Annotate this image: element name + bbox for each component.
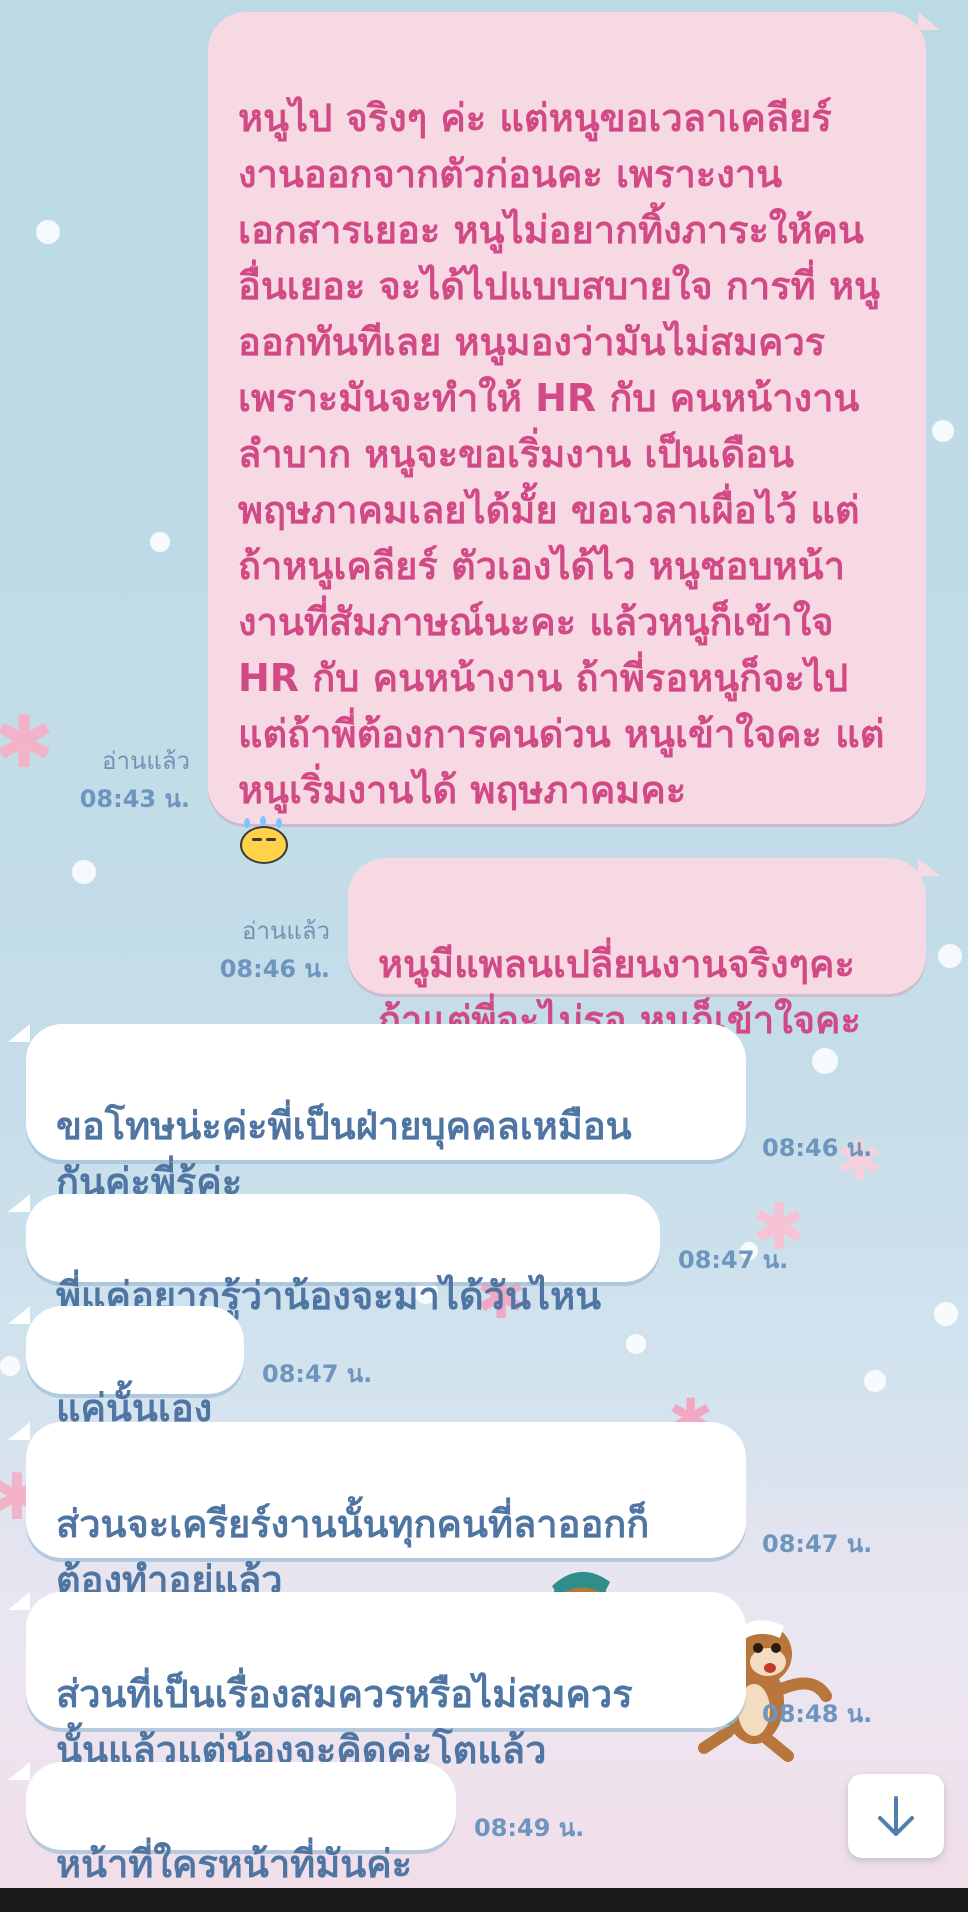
snow-dot xyxy=(934,1302,958,1326)
scroll-to-bottom-button[interactable] xyxy=(848,1774,944,1858)
snow-dot xyxy=(812,1048,838,1074)
bubble-tail xyxy=(8,1194,30,1212)
outgoing-message-bubble[interactable]: หนูไป จริงๆ ค่ะ แต่หนูขอเวลาเคลียร์งานออ… xyxy=(208,12,926,864)
message-meta: อ่านแล้ว 08:43 น. xyxy=(60,742,190,818)
incoming-message-bubble[interactable]: ส่วนจะเครียร์งานนั้นทุกคนที่ลาออกก็ ต้อง… xyxy=(26,1422,746,1602)
bubble-tail xyxy=(8,1422,30,1440)
incoming-message-bubble[interactable]: แค่นั้นเอง xyxy=(26,1306,244,1430)
read-receipt: อ่านแล้ว xyxy=(102,747,190,775)
bubble-tail xyxy=(918,858,940,876)
message-time: 08:47 น. xyxy=(762,1530,873,1558)
read-receipt: อ่านแล้ว xyxy=(242,917,330,945)
arrow-down-icon xyxy=(878,1796,914,1836)
system-navigation-bar xyxy=(0,1888,968,1912)
message-time: 08:49 น. xyxy=(474,1814,585,1842)
bubble-tail xyxy=(918,12,940,30)
snow-dot xyxy=(626,1334,646,1354)
incoming-message-bubble[interactable]: ส่วนที่เป็นเรื่องสมควรหรือไม่สมควร นั้นแ… xyxy=(26,1592,746,1772)
outgoing-message-bubble[interactable]: หนูมีแพลนเปลี่ยนงานจริงๆคะ ถ้าแต่พี่จะไม… xyxy=(348,858,926,1042)
snow-dot xyxy=(0,1356,20,1376)
message-text: ขอโทษน่ะค่ะพี่เป็นฝ่ายบุคคลเหมือน กันค่ะ… xyxy=(56,1104,632,1204)
message-time: 08:48 น. xyxy=(762,1700,873,1728)
snow-dot xyxy=(36,220,60,244)
bubble-tail xyxy=(8,1024,30,1042)
snowflake-icon: ✱ xyxy=(0,700,55,784)
snow-dot xyxy=(932,420,954,442)
snow-dot xyxy=(938,944,962,968)
incoming-message-bubble[interactable]: หน้าที่ใครหน้าที่มันค่ะ xyxy=(26,1762,456,1886)
bubble-tail xyxy=(8,1306,30,1324)
message-time: 08:47 น. xyxy=(262,1360,373,1388)
message-time: 08:47 น. xyxy=(678,1246,789,1274)
message-text: ส่วนที่เป็นเรื่องสมควรหรือไม่สมควร นั้นแ… xyxy=(56,1672,633,1772)
bubble-tail xyxy=(8,1592,30,1610)
incoming-message-bubble[interactable]: พี่แค่อยากรู้ว่าน้องจะมาได้วันไหน xyxy=(26,1194,660,1318)
snow-dot xyxy=(150,532,170,552)
message-time: 08:43 น. xyxy=(79,785,190,813)
bubble-tail xyxy=(8,1762,30,1780)
message-text: หนูไป จริงๆ ค่ะ แต่หนูขอเวลาเคลียร์งานออ… xyxy=(238,96,885,812)
snow-dot xyxy=(864,1370,886,1392)
sweat-smile-emoji-icon xyxy=(238,816,290,864)
snow-dot xyxy=(72,860,96,884)
message-text: หน้าที่ใครหน้าที่มันค่ะ xyxy=(56,1842,413,1886)
message-meta: อ่านแล้ว 08:46 น. xyxy=(190,912,330,988)
incoming-message-bubble[interactable]: ขอโทษน่ะค่ะพี่เป็นฝ่ายบุคคลเหมือน กันค่ะ… xyxy=(26,1024,746,1204)
message-time: 08:46 น. xyxy=(219,955,330,983)
message-time: 08:46 น. xyxy=(762,1134,873,1162)
